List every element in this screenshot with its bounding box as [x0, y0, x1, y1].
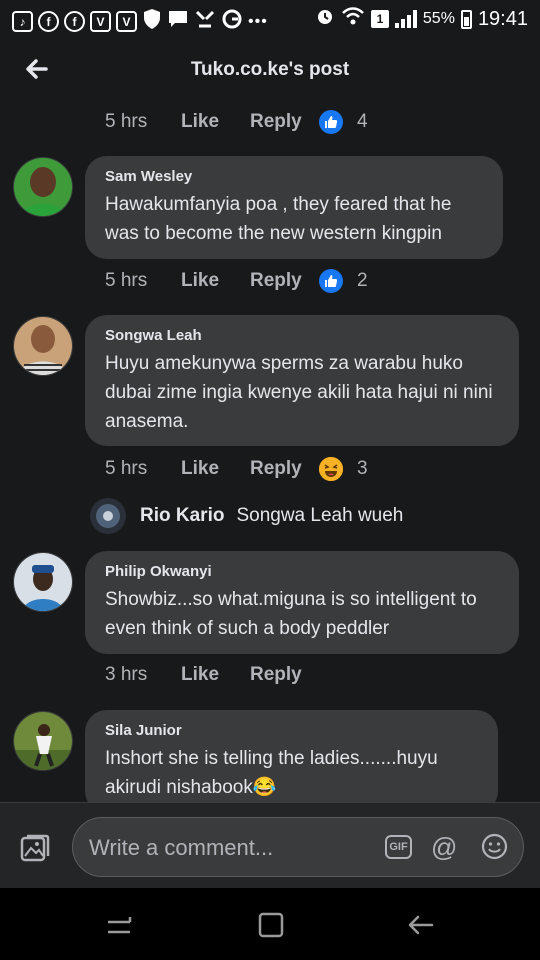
comment-bubble: Sila Junior Inshort she is telling the l…: [85, 710, 498, 813]
like-button[interactable]: Like: [181, 111, 250, 133]
sim-badge: 1: [370, 10, 389, 28]
comment-text: Huyu amekunywa sperms za warabu huko dub…: [105, 353, 493, 432]
android-nav-bar: [0, 888, 540, 960]
haha-reaction-icon[interactable]: [319, 457, 343, 481]
home-icon[interactable]: [256, 910, 286, 940]
page-title: Tuko.co.ke's post: [190, 59, 350, 80]
comment-input[interactable]: Write a comment... GIF @: [72, 817, 524, 877]
battery-percent: 55%: [422, 10, 455, 27]
comment-bubble: Songwa Leah Huyu amekunywa sperms za war…: [85, 315, 519, 446]
like-button[interactable]: Like: [181, 664, 250, 686]
more-icon: •••: [248, 12, 268, 30]
recent-apps-icon[interactable]: [104, 910, 134, 940]
gif-icon[interactable]: GIF: [385, 835, 412, 859]
reply-button[interactable]: Reply: [250, 111, 319, 133]
comment-time: 5 hrs: [105, 270, 148, 291]
comment-placeholder: Write a comment...: [89, 835, 274, 860]
avatar[interactable]: [13, 552, 73, 612]
back-icon[interactable]: [406, 910, 436, 940]
reply-text: Songwa Leah wueh: [236, 505, 404, 526]
vivaldi-icon: V: [116, 11, 137, 32]
reaction-count: 2: [357, 270, 368, 291]
avatar[interactable]: [13, 157, 73, 217]
like-reaction-icon[interactable]: [319, 110, 343, 134]
comment-text: Hawakumfanyia poa , they feared that he …: [105, 194, 452, 244]
photo-icon[interactable]: [18, 831, 52, 865]
comment-author[interactable]: Sam Wesley: [105, 168, 483, 185]
comment-text: Showbiz...so what.miguna is so intellige…: [105, 589, 477, 639]
comment-meta: 5 hrs Like Reply 4: [105, 110, 368, 134]
comment-composer: Write a comment... GIF @: [0, 802, 540, 889]
status-bar: ♪ f f V V ••• 1 55% 19:41: [0, 0, 540, 38]
reply-button[interactable]: Reply: [250, 458, 319, 480]
avatar[interactable]: [13, 711, 73, 771]
comment-bubble: Sam Wesley Hawakumfanyia poa , they fear…: [85, 156, 503, 259]
clock: 19:41: [477, 7, 528, 30]
opera-icon: [221, 8, 243, 35]
comment-time: 5 hrs: [105, 458, 148, 479]
avatar[interactable]: [90, 498, 126, 534]
like-button[interactable]: Like: [181, 458, 250, 480]
alarm-icon: [315, 6, 335, 32]
reply-author[interactable]: Rio Kario: [140, 505, 224, 527]
mention-icon[interactable]: @: [431, 832, 457, 863]
comment-author[interactable]: Songwa Leah: [105, 327, 499, 344]
post-header: Tuko.co.ke's post: [0, 38, 540, 106]
comment-meta: 5 hrs Like Reply 3: [105, 457, 368, 481]
like-button[interactable]: Like: [181, 270, 250, 292]
battery-icon: [460, 9, 472, 29]
notification-icons: ♪ f f V V •••: [12, 8, 268, 35]
facebook-icon: f: [64, 11, 85, 32]
avatar[interactable]: [13, 316, 73, 376]
tiktok-icon: ♪: [12, 11, 33, 32]
reply-preview[interactable]: Rio Kario Songwa Leah wueh: [90, 498, 403, 534]
wifi-icon: [341, 6, 365, 32]
comment-author[interactable]: Philip Okwanyi: [105, 563, 499, 580]
vivaldi-icon: V: [90, 11, 111, 32]
system-indicators: 1 55% 19:41: [315, 6, 528, 32]
reaction-count: 4: [357, 111, 368, 132]
shield-icon: [142, 8, 162, 35]
comment-time: 3 hrs: [105, 664, 148, 685]
comment-meta: 5 hrs Like Reply 2: [105, 269, 368, 293]
comment-bubble: Philip Okwanyi Showbiz...so what.miguna …: [85, 551, 519, 654]
reply-button[interactable]: Reply: [250, 664, 319, 686]
cursor-icon: [194, 9, 216, 34]
chat-icon: [167, 9, 189, 34]
reply-button[interactable]: Reply: [250, 270, 319, 292]
comment-time: 5 hrs: [105, 111, 148, 132]
comment-meta: 3 hrs Like Reply: [105, 664, 319, 686]
comment-text: Inshort she is telling the ladies.......…: [105, 748, 438, 798]
like-reaction-icon[interactable]: [319, 269, 343, 293]
emoji-icon[interactable]: [481, 833, 508, 860]
comment-author[interactable]: Sila Junior: [105, 722, 478, 739]
facebook-icon: f: [38, 11, 59, 32]
signal-icon: [394, 10, 417, 28]
reaction-count: 3: [357, 458, 368, 479]
